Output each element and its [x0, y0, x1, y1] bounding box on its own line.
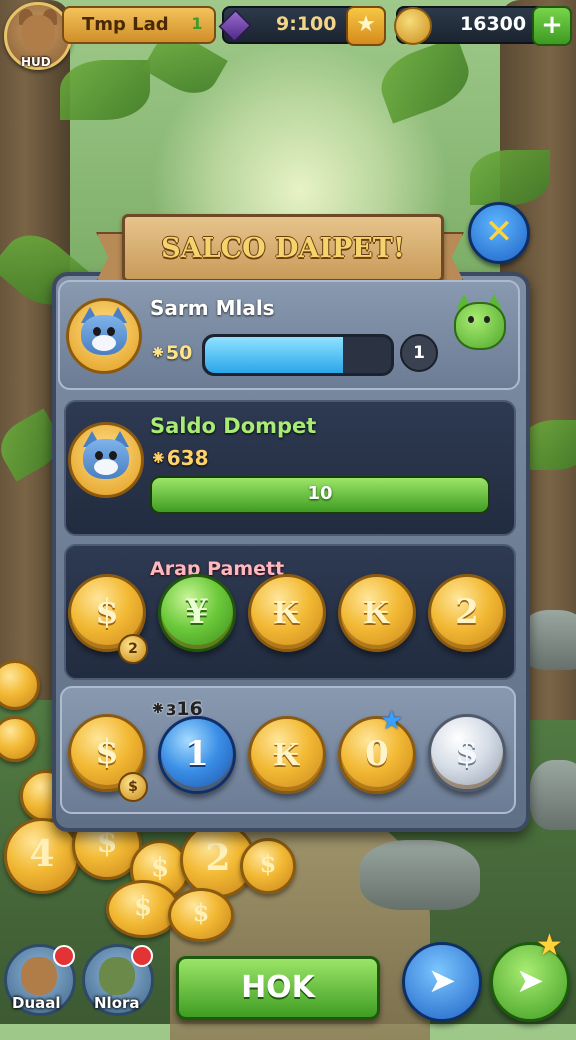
friend-name: Nlora	[94, 994, 140, 1012]
wallet-progress-bar: 10	[150, 476, 490, 514]
cat-muzzle	[94, 459, 118, 475]
star-shop-button[interactable]: ★	[346, 6, 386, 46]
leaf-decoration	[60, 60, 150, 120]
payment-label: Arap Pamett	[150, 558, 285, 580]
leaf-decoration	[470, 150, 550, 205]
xp-progress-bar	[202, 334, 394, 376]
reward-coin-zero[interactable]: 0	[338, 716, 416, 794]
notification-dot	[131, 945, 153, 967]
coin-count-badge: 2	[118, 634, 148, 664]
close-button[interactable]: ✕	[468, 202, 530, 264]
dialog-title: SALCO DAIPET!	[161, 233, 405, 264]
pet-body	[454, 302, 506, 350]
coin-count-badge: $	[118, 772, 148, 802]
player-card-gold: ⁕50	[150, 342, 193, 364]
green-pet-icon[interactable]	[448, 294, 510, 356]
cat-eye	[107, 327, 115, 336]
payment-coin-yen[interactable]: ¥	[158, 574, 236, 652]
player-name-plate[interactable]: Tmp Lad 1	[62, 6, 216, 44]
coin-pile-coin: $	[240, 838, 296, 894]
dialog-title-banner: SALCO DAIPET!	[96, 210, 464, 284]
coin-count: 16300	[460, 13, 527, 35]
payment-coin-kip[interactable]: ₭	[338, 574, 416, 652]
cat-eye	[109, 451, 117, 460]
title-plank: SALCO DAIPET!	[122, 214, 444, 282]
leaf-decoration	[372, 36, 478, 124]
avatar-face	[21, 15, 55, 51]
pet-eye	[484, 316, 490, 323]
hok-button[interactable]: HOK	[176, 956, 380, 1020]
coin-pile-coin	[0, 716, 38, 762]
gem-count: 9:100	[276, 13, 337, 35]
payment-coin-kip[interactable]: ₭	[248, 574, 326, 652]
coin-pile-coin: $	[168, 888, 234, 942]
level-badge: 1	[400, 334, 438, 372]
pet-eye	[468, 316, 474, 323]
cat-avatar	[66, 298, 142, 374]
friend-face	[21, 957, 57, 995]
payment-coin-two[interactable]: 2	[428, 574, 506, 652]
xp-progress-fill	[205, 337, 343, 373]
star-icon: ★	[536, 928, 563, 963]
level-up-icon: 1	[191, 14, 203, 33]
rock	[360, 840, 480, 910]
send-icon[interactable]: ➤	[402, 942, 482, 1022]
gem-counter: 9:100 ★	[218, 6, 386, 46]
cat-muzzle	[92, 335, 116, 351]
wallet-amount: ⁕638	[150, 446, 209, 470]
wallet-bar-value: 10	[307, 483, 333, 504]
reward-coin-silver[interactable]: $	[428, 714, 506, 792]
wallet-title: Saldo Dompet	[150, 414, 317, 438]
coin-icon	[394, 7, 432, 45]
cat-eye	[95, 451, 103, 460]
rock	[530, 760, 576, 830]
player-card-name: Sarm Mlals	[150, 296, 275, 320]
cat-avatar	[68, 422, 144, 498]
add-coins-button[interactable]: +	[532, 6, 572, 46]
friend-face	[99, 957, 135, 995]
gem-icon	[218, 9, 252, 43]
friend-name: Duaal	[12, 994, 61, 1012]
reward-coin-kip[interactable]: ₭	[248, 716, 326, 794]
notification-dot	[53, 945, 75, 967]
coin-counter: 16300 +	[394, 6, 572, 46]
player-name: Tmp Lad	[82, 14, 169, 35]
avatar-label: HUD	[21, 55, 51, 69]
cat-eye	[93, 327, 101, 336]
star-icon: ★	[380, 706, 404, 736]
reward-coin-one[interactable]: 1	[158, 716, 236, 794]
